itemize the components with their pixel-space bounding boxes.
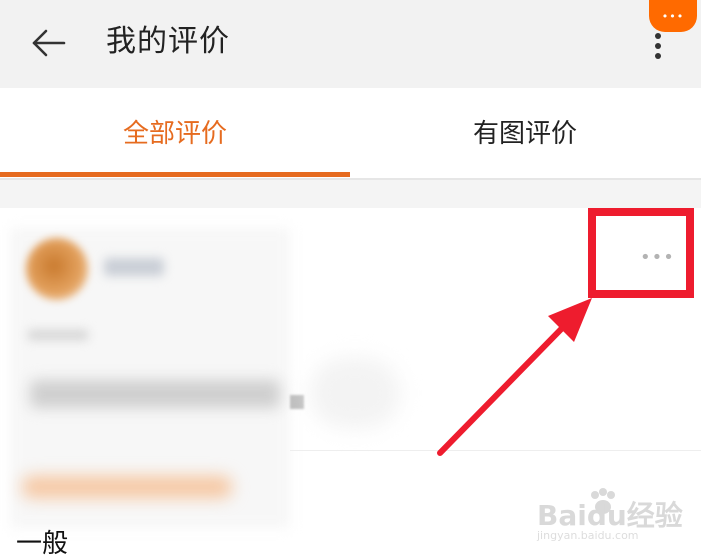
arrow-left-icon[interactable] — [28, 22, 70, 64]
watermark-logo: Baidu经验 — [537, 499, 683, 532]
divider — [290, 450, 701, 451]
tab-photo-reviews[interactable]: 有图评价 — [350, 88, 700, 180]
review-content-blurred — [30, 380, 280, 408]
highlight-box — [588, 208, 694, 298]
avatar — [26, 238, 88, 300]
content-marker — [290, 395, 304, 409]
section-gap — [0, 180, 701, 208]
message-badge[interactable]: ••• — [649, 0, 697, 32]
review-meta-blurred — [28, 330, 88, 340]
more-horizontal-icon: ••• — [661, 10, 685, 23]
tab-bar: 全部评价 有图评价 — [0, 88, 701, 180]
review-tag-blurred — [22, 476, 232, 498]
watermark: Baidu经验 jingyan.baidu.com — [537, 486, 697, 556]
tab-all-reviews[interactable]: 全部评价 — [0, 88, 350, 180]
user-name-blurred — [104, 258, 164, 276]
blur-shadow — [310, 358, 400, 428]
watermark-url: jingyan.baidu.com — [537, 529, 639, 542]
active-tab-indicator — [0, 172, 350, 177]
page-title: 我的评价 — [106, 24, 230, 59]
top-bar: 我的评价 — [0, 0, 701, 88]
more-vertical-icon[interactable] — [644, 30, 672, 64]
rating-label: 一般 — [16, 529, 69, 559]
